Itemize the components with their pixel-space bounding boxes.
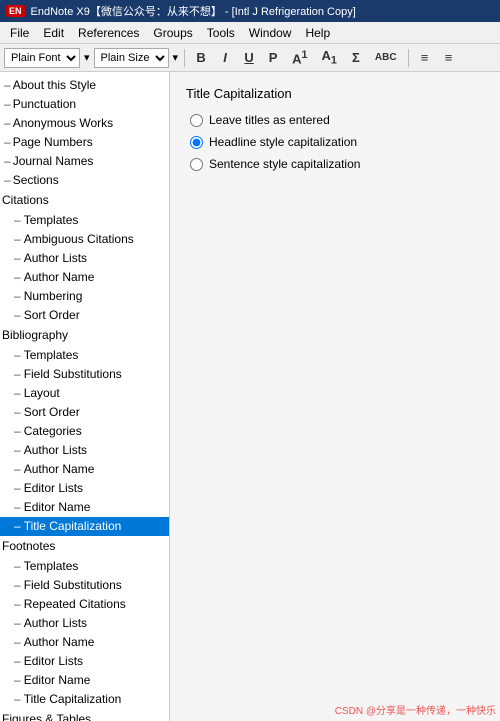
superscript-button[interactable]: A1 bbox=[287, 48, 312, 67]
underline-button[interactable]: U bbox=[239, 49, 259, 66]
italic-button[interactable]: I bbox=[215, 49, 235, 66]
tree-item-anonymous-works[interactable]: Anonymous Works bbox=[0, 114, 169, 133]
menu-help[interactable]: Help bbox=[299, 24, 336, 42]
radio-leave-titles-input[interactable] bbox=[190, 114, 203, 127]
tree-item-footnotes-title-capitalization[interactable]: Title Capitalization bbox=[0, 690, 169, 709]
tree-item-footnotes-field-substitutions[interactable]: Field Substitutions bbox=[0, 576, 169, 595]
menu-file[interactable]: File bbox=[4, 24, 35, 42]
tree-item-bibliography-title-capitalization[interactable]: Title Capitalization bbox=[0, 517, 169, 536]
menu-window[interactable]: Window bbox=[243, 24, 298, 42]
radio-leave-titles-label: Leave titles as entered bbox=[209, 113, 330, 127]
tree-item-bibliography-field-substitutions[interactable]: Field Substitutions bbox=[0, 365, 169, 384]
plain-button[interactable]: P bbox=[263, 49, 283, 66]
tree-item-ambiguous-citations[interactable]: Ambiguous Citations bbox=[0, 230, 169, 249]
tree-item-punctuation[interactable]: Punctuation bbox=[0, 95, 169, 114]
size-select[interactable]: Plain Size bbox=[94, 48, 169, 68]
radio-sentence-style-input[interactable] bbox=[190, 158, 203, 171]
tree-group-figures-tables[interactable]: Figures & Tables bbox=[0, 709, 169, 721]
toolbar-arrow2: ▾ bbox=[173, 51, 179, 64]
right-panel: Title Capitalization Leave titles as ent… bbox=[170, 72, 500, 721]
tree-panel: About this Style Punctuation Anonymous W… bbox=[0, 72, 170, 721]
symbol-button[interactable]: Σ bbox=[346, 49, 366, 66]
tree-item-citations-sort-order[interactable]: Sort Order bbox=[0, 306, 169, 325]
tree-item-citations-author-name[interactable]: Author Name bbox=[0, 268, 169, 287]
tree-group-footnotes[interactable]: Footnotes bbox=[0, 536, 169, 557]
radio-group: Leave titles as entered Headline style c… bbox=[190, 113, 484, 171]
tree-group-bibliography[interactable]: Bibliography bbox=[0, 325, 169, 346]
toolbar-sep2 bbox=[408, 49, 409, 67]
tree-item-bibliography-layout[interactable]: Layout bbox=[0, 384, 169, 403]
subscript-button[interactable]: A1 bbox=[316, 47, 341, 68]
tree-item-bibliography-editor-lists[interactable]: Editor Lists bbox=[0, 479, 169, 498]
radio-headline-style-input[interactable] bbox=[190, 136, 203, 149]
radio-headline-style[interactable]: Headline style capitalization bbox=[190, 135, 484, 149]
radio-sentence-style[interactable]: Sentence style capitalization bbox=[190, 157, 484, 171]
title-bar-text: EndNote X9【微信公众号：从来不想】 - [Intl J Refrige… bbox=[31, 3, 356, 19]
tree-item-citations-author-lists[interactable]: Author Lists bbox=[0, 249, 169, 268]
toolbar-sep bbox=[184, 49, 185, 67]
radio-headline-style-label: Headline style capitalization bbox=[209, 135, 357, 149]
menu-groups[interactable]: Groups bbox=[147, 24, 198, 42]
align-right-button[interactable]: ≡ bbox=[439, 49, 459, 66]
tree-item-citations-templates[interactable]: Templates bbox=[0, 211, 169, 230]
tree-item-sections[interactable]: Sections bbox=[0, 171, 169, 190]
bold-button[interactable]: B bbox=[191, 49, 211, 66]
tree-item-bibliography-sort-order[interactable]: Sort Order bbox=[0, 403, 169, 422]
toolbar-arrow1: ▾ bbox=[84, 51, 90, 64]
tree-group-citations[interactable]: Citations bbox=[0, 190, 169, 211]
tree-item-about-this-style[interactable]: About this Style bbox=[0, 76, 169, 95]
title-bar: EN EndNote X9【微信公众号：从来不想】 - [Intl J Refr… bbox=[0, 0, 500, 22]
font-select[interactable]: Plain Font bbox=[4, 48, 80, 68]
tree-item-footnotes-author-name[interactable]: Author Name bbox=[0, 633, 169, 652]
tree-item-bibliography-author-lists[interactable]: Author Lists bbox=[0, 441, 169, 460]
tree-item-journal-names[interactable]: Journal Names bbox=[0, 152, 169, 171]
tree-item-footnotes-author-lists[interactable]: Author Lists bbox=[0, 614, 169, 633]
tree-item-bibliography-author-name[interactable]: Author Name bbox=[0, 460, 169, 479]
panel-title: Title Capitalization bbox=[186, 86, 484, 101]
tree-item-page-numbers[interactable]: Page Numbers bbox=[0, 133, 169, 152]
main-content: About this Style Punctuation Anonymous W… bbox=[0, 72, 500, 721]
app-logo: EN bbox=[6, 5, 25, 17]
tree-item-footnotes-templates[interactable]: Templates bbox=[0, 557, 169, 576]
menu-bar: File Edit References Groups Tools Window… bbox=[0, 22, 500, 44]
radio-leave-titles[interactable]: Leave titles as entered bbox=[190, 113, 484, 127]
tree-item-bibliography-categories[interactable]: Categories bbox=[0, 422, 169, 441]
menu-edit[interactable]: Edit bbox=[37, 24, 70, 42]
tree-item-citations-numbering[interactable]: Numbering bbox=[0, 287, 169, 306]
toolbar: Plain Font ▾ Plain Size ▾ B I U P A1 A1 … bbox=[0, 44, 500, 72]
tree-item-footnotes-editor-name[interactable]: Editor Name bbox=[0, 671, 169, 690]
tree-item-footnotes-editor-lists[interactable]: Editor Lists bbox=[0, 652, 169, 671]
align-left-button[interactable]: ≡ bbox=[415, 49, 435, 66]
tree-item-bibliography-editor-name[interactable]: Editor Name bbox=[0, 498, 169, 517]
radio-sentence-style-label: Sentence style capitalization bbox=[209, 157, 360, 171]
tree-item-bibliography-templates[interactable]: Templates bbox=[0, 346, 169, 365]
menu-references[interactable]: References bbox=[72, 24, 145, 42]
small-caps-button[interactable]: ABC bbox=[370, 51, 402, 64]
tree-item-footnotes-repeated-citations[interactable]: Repeated Citations bbox=[0, 595, 169, 614]
menu-tools[interactable]: Tools bbox=[201, 24, 241, 42]
